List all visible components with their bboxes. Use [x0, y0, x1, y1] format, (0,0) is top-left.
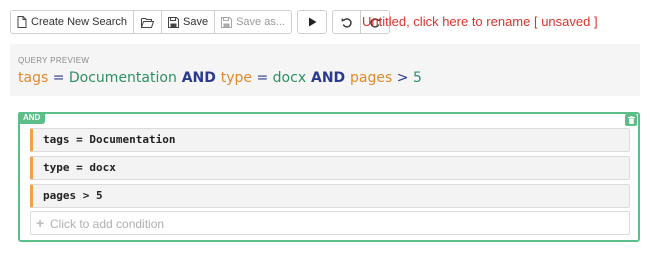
- toolbar: Create New Search Save Save as...: [10, 10, 390, 34]
- open-button[interactable]: [134, 11, 162, 33]
- trash-icon: [627, 113, 635, 127]
- query-preview: QUERY PREVIEW tags = Documentation AND t…: [10, 44, 640, 96]
- save-as-icon: [221, 16, 233, 28]
- save-icon: [168, 16, 179, 28]
- new-file-icon: [17, 16, 27, 28]
- save-as-button[interactable]: Save as...: [215, 11, 291, 33]
- query-token: tags: [18, 70, 49, 86]
- query-token: Documentation: [68, 70, 177, 86]
- condition-group: AND tags = Documentation type = docx pag…: [18, 112, 640, 242]
- delete-group-button[interactable]: [625, 114, 637, 126]
- condition-row[interactable]: tags = Documentation: [30, 128, 630, 152]
- query-token: =: [48, 70, 69, 86]
- add-condition-placeholder: Click to add condition: [50, 217, 165, 231]
- query-token: type: [220, 70, 253, 86]
- folder-open-icon: [141, 17, 154, 28]
- query-token: docx: [272, 70, 307, 86]
- query-token: =: [252, 70, 273, 86]
- create-new-search-label: Create New Search: [31, 16, 127, 28]
- query-preview-label: QUERY PREVIEW: [18, 56, 90, 65]
- play-icon: [308, 17, 317, 27]
- group-operator-badge[interactable]: AND: [18, 112, 46, 124]
- undo-button[interactable]: [333, 11, 361, 33]
- query-token: AND: [176, 70, 221, 86]
- undo-icon: [341, 17, 352, 28]
- condition-text: tags = Documentation: [43, 133, 176, 146]
- plus-icon: +: [36, 215, 45, 231]
- create-new-search-button[interactable]: Create New Search: [11, 11, 134, 33]
- save-label: Save: [183, 16, 209, 28]
- condition-row[interactable]: pages > 5: [30, 184, 630, 208]
- run-button[interactable]: [298, 11, 326, 33]
- condition-text: type = docx: [43, 161, 116, 174]
- condition-row[interactable]: type = docx: [30, 156, 630, 180]
- file-button-group: Create New Search Save Save as...: [10, 10, 292, 34]
- add-condition-input[interactable]: + Click to add condition: [30, 211, 630, 235]
- query-token: >: [392, 70, 413, 86]
- query-token: AND: [306, 70, 351, 86]
- document-title[interactable]: Untitled, click here to rename [ unsaved…: [362, 10, 598, 34]
- query-token: 5: [412, 70, 422, 86]
- query-preview-text: tags = Documentation AND type = docx AND…: [18, 70, 422, 86]
- save-as-label: Save as...: [236, 16, 285, 28]
- query-token: pages: [350, 70, 393, 86]
- save-button[interactable]: Save: [162, 11, 216, 33]
- condition-text: pages > 5: [43, 189, 103, 202]
- run-button-group: [297, 10, 327, 34]
